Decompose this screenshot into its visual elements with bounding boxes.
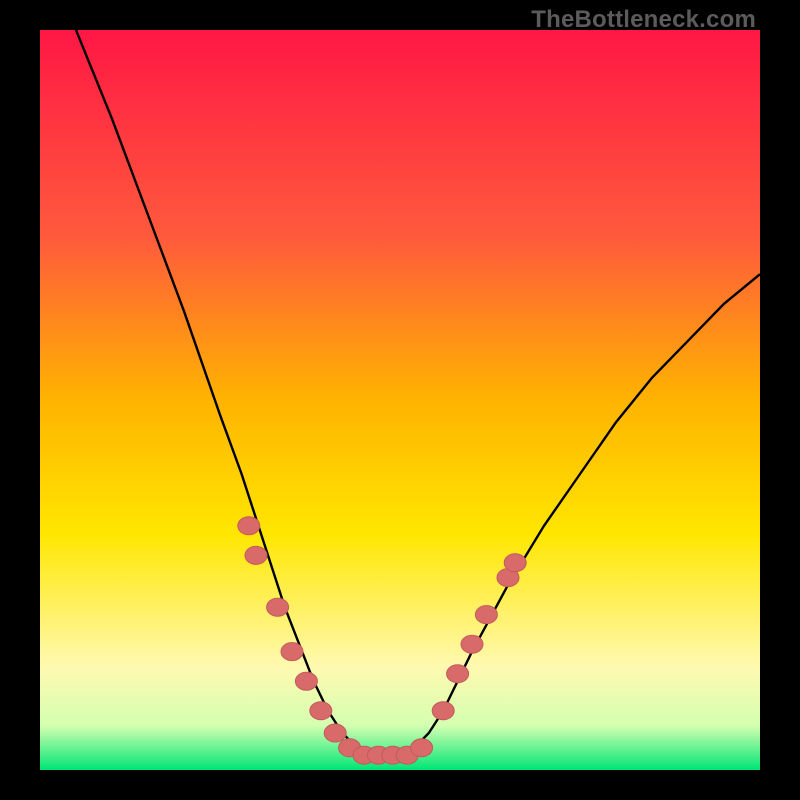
curve-marker [295, 672, 317, 690]
curve-marker [267, 598, 289, 616]
curve-marker [245, 546, 267, 564]
plot-area [40, 30, 760, 770]
chart-stage: TheBottleneck.com [0, 0, 800, 800]
curve-marker [238, 517, 260, 535]
curve-marker [504, 554, 526, 572]
curve-marker [310, 702, 332, 720]
curve-marker [432, 702, 454, 720]
curve-marker [447, 665, 469, 683]
bottleneck-chart [40, 30, 760, 770]
curve-marker [475, 606, 497, 624]
curve-marker [411, 739, 433, 757]
curve-marker [324, 724, 346, 742]
curve-marker [461, 635, 483, 653]
gradient-background [40, 30, 760, 770]
curve-marker [281, 643, 303, 661]
